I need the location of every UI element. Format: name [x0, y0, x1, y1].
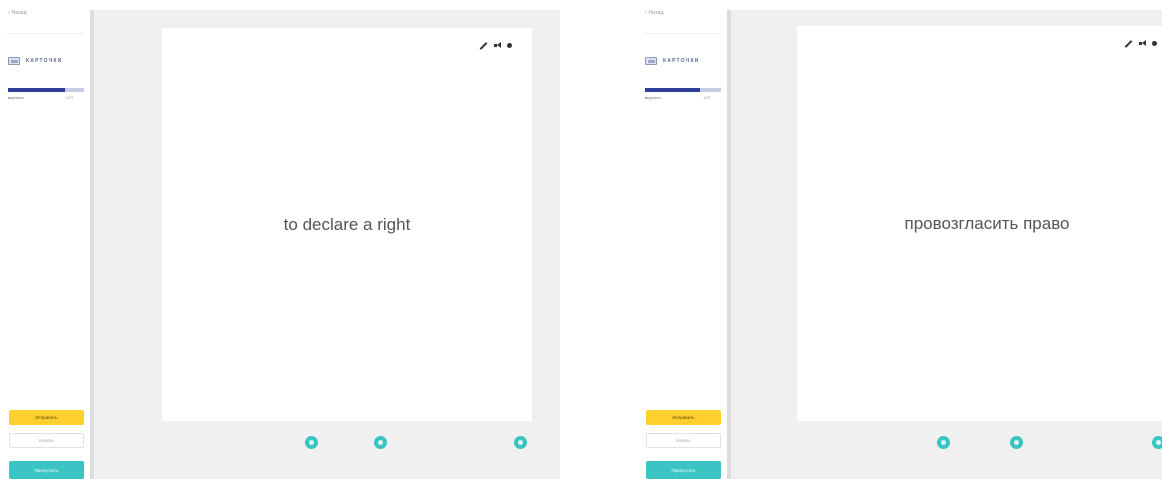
divider	[643, 33, 721, 34]
progress-label: выучено	[8, 95, 24, 100]
flashcard-panel-russian: ‹ Назад КАРТОЧКИ выучено 1/27 Исправить …	[637, 0, 1162, 479]
progress-bar	[645, 88, 721, 92]
primary-action-button[interactable]: Исправить	[9, 410, 84, 425]
progress-label: выучено	[645, 95, 661, 100]
previous-icon	[309, 440, 314, 445]
progress-count: 1/27	[66, 95, 74, 100]
pencil-icon[interactable]	[1124, 39, 1133, 48]
flip-icon	[378, 440, 383, 445]
divider	[6, 33, 84, 34]
progress-fill	[645, 88, 700, 92]
progress-bar	[8, 88, 84, 92]
back-link[interactable]: ‹ Назад	[8, 10, 27, 16]
flip-card-button[interactable]	[374, 436, 387, 449]
flashcard-icon	[8, 57, 20, 65]
mode-selector[interactable]: КАРТОЧКИ	[645, 55, 700, 67]
flashcard[interactable]: провозгласить право	[797, 26, 1162, 421]
sidebar: ‹ Назад КАРТОЧКИ выучено 1/27 Исправить …	[0, 0, 90, 479]
flashcard[interactable]: to declare a right	[162, 28, 532, 421]
tertiary-action-button[interactable]: Пропустить	[646, 461, 721, 479]
previous-icon	[941, 440, 946, 445]
star-icon[interactable]	[1152, 41, 1157, 46]
speaker-icon[interactable]	[494, 42, 501, 49]
shuffle-button[interactable]	[1152, 436, 1162, 449]
shuffle-button[interactable]	[514, 436, 527, 449]
card-toolbar	[1124, 39, 1157, 48]
shuffle-icon	[518, 440, 523, 445]
previous-card-button[interactable]	[305, 436, 318, 449]
secondary-action-button[interactable]: Начать	[9, 433, 84, 448]
secondary-action-button[interactable]: Начать	[646, 433, 721, 448]
back-link[interactable]: ‹ Назад	[645, 10, 664, 16]
star-icon[interactable]	[507, 43, 512, 48]
flashcard-icon	[645, 57, 657, 65]
flashcard-panel-english: ‹ Назад КАРТОЧКИ выучено 1/27 Исправить …	[0, 0, 560, 479]
mode-label: КАРТОЧКИ	[663, 58, 700, 64]
sidebar: ‹ Назад КАРТОЧКИ выучено 1/27 Исправить …	[637, 0, 727, 479]
mode-label: КАРТОЧКИ	[26, 58, 63, 64]
pencil-icon[interactable]	[479, 41, 488, 50]
flip-icon	[1014, 440, 1019, 445]
progress-count: 1/27	[703, 95, 711, 100]
progress-fill	[8, 88, 65, 92]
flip-card-button[interactable]	[1010, 436, 1023, 449]
card-term: to declare a right	[283, 214, 411, 234]
card-toolbar	[479, 41, 512, 50]
previous-card-button[interactable]	[937, 436, 950, 449]
mode-selector[interactable]: КАРТОЧКИ	[8, 55, 63, 67]
tertiary-action-button[interactable]: Пропустить	[9, 461, 84, 479]
shuffle-icon	[1156, 440, 1161, 445]
speaker-icon[interactable]	[1139, 40, 1146, 47]
primary-action-button[interactable]: Исправить	[646, 410, 721, 425]
card-definition: провозгласить право	[904, 213, 1070, 233]
